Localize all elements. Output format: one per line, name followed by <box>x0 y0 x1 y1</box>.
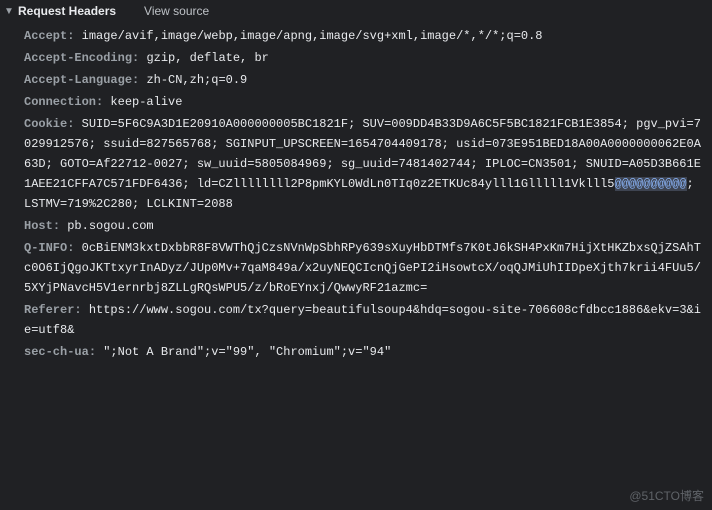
header-value: 0cBiENM3kxtDxbbR8F8VWThQjCzsNVnWpSbhRPy6… <box>24 241 701 295</box>
header-row[interactable]: Connectionkeep-alive <box>24 92 704 112</box>
header-name: Host <box>24 219 67 233</box>
watermark: @51CTO博客 <box>629 487 704 504</box>
header-value: image/avif,image/webp,image/apng,image/s… <box>82 29 543 43</box>
header-row[interactable]: Refererhttps://www.sogou.com/tx?query=be… <box>24 300 704 340</box>
header-row[interactable]: Hostpb.sogou.com <box>24 216 704 236</box>
header-name: Connection <box>24 95 110 109</box>
header-row[interactable]: Accept-Encodinggzip, deflate, br <box>24 48 704 68</box>
header-name: Cookie <box>24 117 82 131</box>
section-header[interactable]: ▼ Request Headers View source <box>0 0 712 22</box>
headers-list: Acceptimage/avif,image/webp,image/apng,i… <box>0 22 712 370</box>
header-value: keep-alive <box>110 95 182 109</box>
header-row[interactable]: Q-INFO0cBiENM3kxtDxbbR8F8VWThQjCzsNVnWpS… <box>24 238 704 298</box>
header-name: sec-ch-ua <box>24 345 103 359</box>
collapse-triangle-icon: ▼ <box>4 6 14 17</box>
header-name: Accept <box>24 29 82 43</box>
header-value: SUID=5F6C9A3D1E20910A000000005BC1821F; S… <box>24 117 701 211</box>
header-row[interactable]: sec-ch-ua";Not A Brand";v="99", "Chromiu… <box>24 342 704 362</box>
header-value: gzip, deflate, br <box>146 51 268 65</box>
obscured-segment: @@@@@@@@@@ <box>615 177 687 191</box>
section-title: Request Headers <box>18 4 116 18</box>
header-name: Q-INFO <box>24 241 82 255</box>
header-value: https://www.sogou.com/tx?query=beautiful… <box>24 303 701 337</box>
view-source-link[interactable]: View source <box>144 4 209 18</box>
header-name: Referer <box>24 303 89 317</box>
header-row[interactable]: Accept-Languagezh-CN,zh;q=0.9 <box>24 70 704 90</box>
header-row[interactable]: CookieSUID=5F6C9A3D1E20910A000000005BC18… <box>24 114 704 214</box>
header-name: Accept-Language <box>24 73 146 87</box>
header-value: ";Not A Brand";v="99", "Chromium";v="94" <box>103 345 391 359</box>
header-name: Accept-Encoding <box>24 51 146 65</box>
header-row[interactable]: Acceptimage/avif,image/webp,image/apng,i… <box>24 26 704 46</box>
header-value: pb.sogou.com <box>67 219 153 233</box>
header-value: zh-CN,zh;q=0.9 <box>146 73 247 87</box>
